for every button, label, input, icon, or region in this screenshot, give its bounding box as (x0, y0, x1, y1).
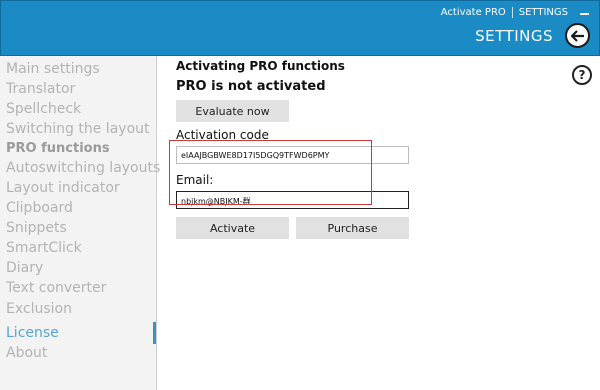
sidebar-item-smartclick[interactable]: SmartClick (6, 239, 82, 257)
sidebar-item-switching-layout[interactable]: Switching the layout (6, 120, 150, 138)
sidebar-item-text-converter[interactable]: Text converter (6, 279, 106, 297)
license-panel: ? Activating PRO functions PRO is not ac… (158, 56, 600, 390)
page-title: SETTINGS (475, 27, 553, 45)
activate-pro-link[interactable]: Activate PRO (441, 7, 506, 18)
help-icon[interactable]: ? (572, 65, 592, 85)
sidebar-item-autoswitching-layouts[interactable]: Autoswitching layouts (6, 159, 160, 177)
separator (511, 7, 513, 18)
email-field[interactable]: nbjkm@NBJKM-群 (176, 191, 409, 209)
activation-status: PRO is not activated (176, 79, 326, 94)
sidebar-item-license[interactable]: License (6, 324, 59, 342)
sidebar-item-diary[interactable]: Diary (6, 259, 43, 277)
minimize-icon[interactable] (580, 12, 589, 15)
active-item-marker (153, 322, 156, 344)
settings-link[interactable]: SETTINGS (519, 7, 568, 18)
sidebar-item-exclusion[interactable]: Exclusion (6, 300, 72, 318)
sidebar-item-about[interactable]: About (6, 344, 47, 362)
back-button[interactable] (565, 23, 590, 48)
sidebar-item-clipboard[interactable]: Clipboard (6, 199, 73, 217)
activation-code-label: Activation code (176, 128, 269, 142)
email-label: Email: (176, 173, 214, 187)
sidebar-item-translator[interactable]: Translator (6, 80, 75, 98)
sidebar-item-main-settings[interactable]: Main settings (6, 60, 100, 78)
sidebar-section-pro-functions: PRO functions (6, 141, 110, 156)
sidebar: Main settings Translator Spellcheck Swit… (0, 56, 160, 390)
sidebar-item-layout-indicator[interactable]: Layout indicator (6, 179, 120, 197)
activation-code-field[interactable]: eIAAJBGBWE8D17I5DGQ9TFWD6PMY (176, 146, 409, 164)
top-links: Activate PRO SETTINGS (441, 7, 589, 18)
evaluate-now-button[interactable]: Evaluate now (176, 100, 289, 122)
title-bar: Activate PRO SETTINGS SETTINGS (0, 0, 600, 56)
section-heading: Activating PRO functions (176, 59, 345, 73)
purchase-button[interactable]: Purchase (296, 217, 409, 239)
arrow-left-icon (570, 29, 584, 42)
sidebar-item-snippets[interactable]: Snippets (6, 219, 67, 237)
activate-button[interactable]: Activate (176, 217, 289, 239)
sidebar-item-spellcheck[interactable]: Spellcheck (6, 100, 81, 118)
